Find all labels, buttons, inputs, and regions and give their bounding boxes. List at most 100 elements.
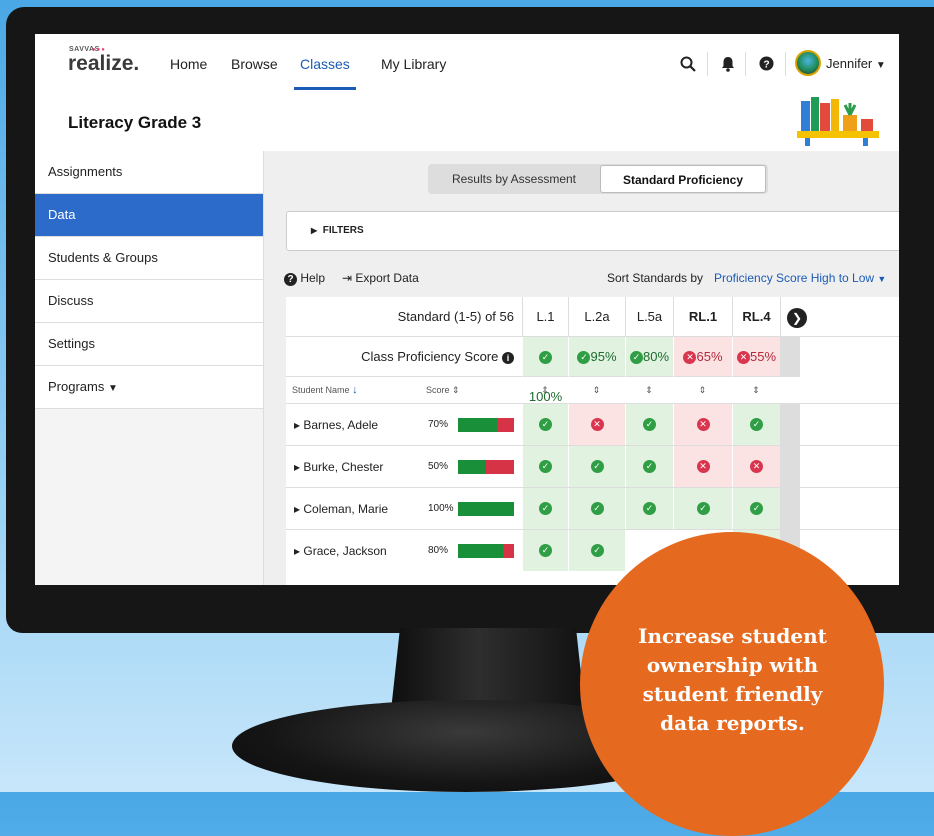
result-cell: ✓ xyxy=(568,446,625,487)
x-icon: ✕ xyxy=(736,351,750,365)
sort-icon[interactable]: ⇕ xyxy=(522,377,568,403)
student-name-header: Student Name xyxy=(292,385,350,395)
course-header: Literacy Grade 3 xyxy=(35,95,899,152)
view-tabs: Results by Assessment Standard Proficien… xyxy=(428,164,768,194)
student-name[interactable]: ▸ Grace, Jackson xyxy=(294,544,387,558)
result-cell: ✓ xyxy=(625,488,673,529)
next-columns-button[interactable]: ❯ xyxy=(780,297,899,337)
nav-home[interactable]: Home xyxy=(170,34,207,95)
result-cell: ✕ xyxy=(673,446,732,487)
class-score-cell: ✓100% xyxy=(522,337,568,404)
column-header[interactable]: L.5a xyxy=(625,297,673,337)
sidebar-item-assignments[interactable]: Assignments xyxy=(35,151,263,194)
table-row[interactable]: ▸ Burke, Chester 50% ✓ ✓ ✓ ✕ ✕ xyxy=(286,445,899,488)
table-row[interactable]: ▸ Coleman, Marie 100% ✓ ✓ ✓ ✓ ✓ xyxy=(286,487,899,530)
sort-score[interactable]: Score ⇕ xyxy=(426,377,522,403)
class-score-value: 95% xyxy=(590,349,617,364)
tab-results-by-assessment[interactable]: Results by Assessment xyxy=(430,165,598,193)
help-icon[interactable]: ? xyxy=(757,56,775,73)
search-icon[interactable] xyxy=(679,56,697,73)
x-icon: ✕ xyxy=(750,460,763,474)
result-cell: ✓ xyxy=(732,404,780,445)
scroll-gutter xyxy=(780,446,800,488)
sort-student-name[interactable]: Student Name ↓ xyxy=(286,377,406,403)
help-link[interactable]: ? Help xyxy=(284,271,325,286)
column-header[interactable]: RL.4 xyxy=(732,297,780,337)
result-cell: ✕ xyxy=(673,404,732,445)
score-bar-fill xyxy=(458,460,486,474)
filters-toggle[interactable]: ▶ FILTERS xyxy=(311,225,364,236)
scroll-gutter xyxy=(780,488,800,530)
result-cell: ✓ xyxy=(625,446,673,487)
check-icon: ✓ xyxy=(539,460,552,474)
bell-icon[interactable] xyxy=(719,56,737,73)
class-score-value: 80% xyxy=(642,349,670,364)
screen: SAVVAS ●●● realize. Home Browse Classes … xyxy=(35,34,899,585)
column-header[interactable]: RL.1 xyxy=(673,297,732,337)
student-name[interactable]: ▸ Burke, Chester xyxy=(294,460,383,474)
check-icon: ✓ xyxy=(643,460,656,474)
x-icon: ✕ xyxy=(590,418,604,432)
student-name[interactable]: ▸ Barnes, Adele xyxy=(294,418,378,432)
x-icon: ✕ xyxy=(696,460,710,474)
student-score: 50% xyxy=(428,461,449,472)
chevron-down-icon: ▼ xyxy=(107,383,118,394)
class-score-value: 55% xyxy=(749,349,777,364)
student-name[interactable]: ▸ Coleman, Marie xyxy=(294,502,388,516)
info-icon[interactable]: i xyxy=(502,352,514,364)
programs-label: Programs xyxy=(48,379,105,394)
sidebar-item-discuss[interactable]: Discuss xyxy=(35,280,263,323)
help-label: Help xyxy=(300,271,326,285)
x-icon: ✕ xyxy=(683,351,697,365)
filters-panel[interactable]: ▶ FILTERS xyxy=(286,211,899,251)
sidebar-item-settings[interactable]: Settings xyxy=(35,323,263,366)
check-icon: ✓ xyxy=(750,502,763,516)
brand-name: realize. xyxy=(68,52,140,75)
result-cell: ✓ xyxy=(522,404,568,445)
nav-browse[interactable]: Browse xyxy=(231,34,278,95)
check-icon: ✓ xyxy=(539,544,552,558)
user-avatar[interactable] xyxy=(795,50,821,76)
help-icon: ? xyxy=(284,273,297,286)
sort-icon[interactable]: ⇕ xyxy=(625,377,673,403)
nav-classes[interactable]: Classes xyxy=(294,34,356,95)
main-panel: Results by Assessment Standard Proficien… xyxy=(264,151,899,585)
sidebar: Assignments Data Students & Groups Discu… xyxy=(35,151,264,585)
result-cell: ✓ xyxy=(568,530,625,571)
result-cell: ✓ xyxy=(522,488,568,529)
table-row[interactable]: ▸ Barnes, Adele 70% ✓ ✕ ✓ ✕ ✓ xyxy=(286,403,899,446)
divider xyxy=(785,52,786,76)
filters-label: FILTERS xyxy=(322,225,364,236)
score-bar xyxy=(458,460,514,474)
result-cell: ✓ xyxy=(522,446,568,487)
sort-dropdown[interactable]: Proficiency Score High to Low ▼ xyxy=(714,271,886,285)
score-bar-fill xyxy=(458,418,498,432)
export-data-link[interactable]: ⇥ Export Data xyxy=(342,271,419,285)
user-menu[interactable]: Jennifer ▼ xyxy=(826,56,886,71)
result-cell: ✓ xyxy=(732,488,780,529)
column-header[interactable]: L.1 xyxy=(522,297,568,337)
check-icon: ✓ xyxy=(696,502,710,516)
score-bar-fill xyxy=(458,544,503,558)
toolbar-row: ? Help ⇥ Export Data Sort Standards by P… xyxy=(284,271,899,289)
sidebar-item-data[interactable]: Data xyxy=(35,194,263,237)
sidebar-item-programs[interactable]: Programs ▼ xyxy=(35,366,263,409)
callout-text: Increase student ownership with student … xyxy=(638,624,827,735)
class-score-cell: ✓ 80% xyxy=(625,337,673,377)
column-header[interactable]: L.2a xyxy=(568,297,625,337)
student-score: 80% xyxy=(428,545,449,556)
result-cell: ✓ xyxy=(673,488,732,529)
sort-icon[interactable]: ⇕ xyxy=(673,377,732,403)
sort-icon[interactable]: ⇕ xyxy=(568,377,625,403)
check-icon: ✓ xyxy=(577,351,591,365)
caret-right-icon: ▶ xyxy=(311,226,318,235)
arrow-down-icon: ↓ xyxy=(352,384,358,396)
sort-icon[interactable]: ⇕ xyxy=(732,377,780,403)
sidebar-item-students-groups[interactable]: Students & Groups xyxy=(35,237,263,280)
divider xyxy=(707,52,708,76)
nav-my-library[interactable]: My Library xyxy=(381,34,446,95)
tab-standard-proficiency[interactable]: Standard Proficiency xyxy=(600,165,766,193)
class-proficiency-label: Class Proficiency Score i xyxy=(286,337,522,377)
check-icon: ✓ xyxy=(629,351,643,365)
realize-logo[interactable]: SAVVAS ●●● realize. xyxy=(68,46,139,76)
